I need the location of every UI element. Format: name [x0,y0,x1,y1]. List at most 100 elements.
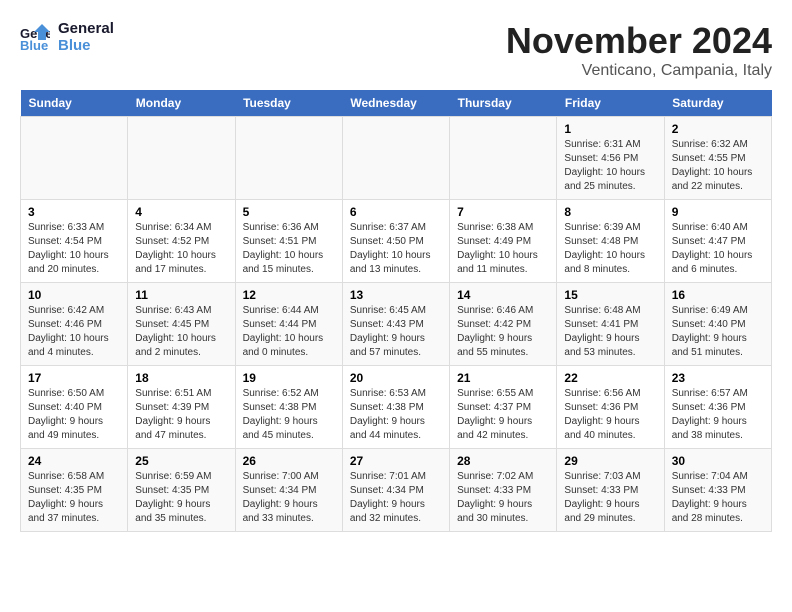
calendar-cell: 25Sunrise: 6:59 AM Sunset: 4:35 PM Dayli… [128,449,235,532]
calendar-cell: 27 Sunrise: 7:01 AM Sunset: 4:34 PM Dayli… [342,449,449,532]
calendar-cell: 2 Sunrise: 6:32 AM Sunset: 4:55 PM Daylig… [664,117,771,200]
title-area: November 2024 Venticano, Campania, Italy [506,20,772,80]
day-number: 18 [135,371,227,385]
calendar-cell [235,117,342,200]
col-tuesday: Tuesday [235,90,342,117]
day-info: Sunrise: 6:39 AM Sunset: 4:48 PM Dayligh… [564,221,656,277]
day-number: 3 [28,205,120,219]
calendar-cell [128,117,235,200]
day-info: Sunrise: 6:52 AM Sunset: 4:38 PM Dayligh… [243,387,335,443]
calendar-cell: 16 Sunrise: 6:49 AM Sunset: 4:40 PM Dayli… [664,283,771,366]
day-info: Sunrise: 6:37 AM Sunset: 4:50 PM Dayligh… [350,221,442,277]
day-number: 9 [672,205,764,219]
calendar-header: Sunday Monday Tuesday Wednesday Thursday… [21,90,772,117]
day-number: 24 [28,454,120,468]
calendar-cell: 17 Sunrise: 6:50 AM Sunset: 4:40 PM Dayli… [21,366,128,449]
day-number: 28 [457,454,549,468]
day-info: Sunrise: 6:59 AM Sunset: 4:35 PM Dayligh… [135,470,227,526]
calendar-body: 1Sunrise: 6:31 AM Sunset: 4:56 PM Daylig… [21,117,772,532]
svg-text:Blue: Blue [20,38,48,52]
calendar-cell: 13 Sunrise: 6:45 AM Sunset: 4:43 PM Dayli… [342,283,449,366]
day-info: Sunrise: 6:58 AM Sunset: 4:35 PM Dayligh… [28,470,120,526]
calendar-cell: 7 Sunrise: 6:38 AM Sunset: 4:49 PM Daylig… [450,200,557,283]
day-info: Sunrise: 6:48 AM Sunset: 4:41 PM Dayligh… [564,304,656,360]
day-info: Sunrise: 6:42 AM Sunset: 4:46 PM Dayligh… [28,304,120,360]
day-info: Sunrise: 6:46 AM Sunset: 4:42 PM Dayligh… [457,304,549,360]
col-monday: Monday [128,90,235,117]
logo: General Blue General Blue [20,20,114,54]
day-info: Sunrise: 6:49 AM Sunset: 4:40 PM Dayligh… [672,304,764,360]
calendar-cell [450,117,557,200]
day-number: 13 [350,288,442,302]
calendar-week-0: 1Sunrise: 6:31 AM Sunset: 4:56 PM Daylig… [21,117,772,200]
day-info: Sunrise: 6:43 AM Sunset: 4:45 PM Dayligh… [135,304,227,360]
col-friday: Friday [557,90,664,117]
day-info: Sunrise: 6:55 AM Sunset: 4:37 PM Dayligh… [457,387,549,443]
calendar-cell: 1Sunrise: 6:31 AM Sunset: 4:56 PM Daylig… [557,117,664,200]
day-info: Sunrise: 7:03 AM Sunset: 4:33 PM Dayligh… [564,470,656,526]
day-info: Sunrise: 7:01 AM Sunset: 4:34 PM Dayligh… [350,470,442,526]
calendar-cell: 19 Sunrise: 6:52 AM Sunset: 4:38 PM Dayli… [235,366,342,449]
day-number: 8 [564,205,656,219]
calendar-week-2: 10 Sunrise: 6:42 AM Sunset: 4:46 PM Dayli… [21,283,772,366]
day-number: 30 [672,454,764,468]
calendar-cell: 3 Sunrise: 6:33 AM Sunset: 4:54 PM Daylig… [21,200,128,283]
day-number: 14 [457,288,549,302]
day-number: 26 [243,454,335,468]
day-number: 21 [457,371,549,385]
calendar-week-4: 24 Sunrise: 6:58 AM Sunset: 4:35 PM Dayli… [21,449,772,532]
calendar-table: Sunday Monday Tuesday Wednesday Thursday… [20,90,772,532]
calendar-cell: 29 Sunrise: 7:03 AM Sunset: 4:33 PM Dayli… [557,449,664,532]
day-info: Sunrise: 6:57 AM Sunset: 4:36 PM Dayligh… [672,387,764,443]
day-info: Sunrise: 7:00 AM Sunset: 4:34 PM Dayligh… [243,470,335,526]
day-number: 7 [457,205,549,219]
day-number: 27 [350,454,442,468]
col-saturday: Saturday [664,90,771,117]
logo-general: General [58,20,114,37]
day-number: 22 [564,371,656,385]
calendar-cell: 8 Sunrise: 6:39 AM Sunset: 4:48 PM Daylig… [557,200,664,283]
calendar-cell: 18Sunrise: 6:51 AM Sunset: 4:39 PM Dayli… [128,366,235,449]
calendar-cell: 9 Sunrise: 6:40 AM Sunset: 4:47 PM Daylig… [664,200,771,283]
day-info: Sunrise: 6:36 AM Sunset: 4:51 PM Dayligh… [243,221,335,277]
calendar-cell: 14 Sunrise: 6:46 AM Sunset: 4:42 PM Dayli… [450,283,557,366]
calendar-cell: 12Sunrise: 6:44 AM Sunset: 4:44 PM Dayli… [235,283,342,366]
day-info: Sunrise: 6:40 AM Sunset: 4:47 PM Dayligh… [672,221,764,277]
day-number: 16 [672,288,764,302]
day-number: 2 [672,122,764,136]
day-number: 10 [28,288,120,302]
day-info: Sunrise: 6:53 AM Sunset: 4:38 PM Dayligh… [350,387,442,443]
day-number: 6 [350,205,442,219]
calendar-cell: 24 Sunrise: 6:58 AM Sunset: 4:35 PM Dayli… [21,449,128,532]
day-number: 4 [135,205,227,219]
logo-blue: Blue [58,37,114,54]
col-thursday: Thursday [450,90,557,117]
col-sunday: Sunday [21,90,128,117]
calendar-cell [342,117,449,200]
calendar-week-1: 3 Sunrise: 6:33 AM Sunset: 4:54 PM Daylig… [21,200,772,283]
day-info: Sunrise: 6:50 AM Sunset: 4:40 PM Dayligh… [28,387,120,443]
calendar-week-3: 17 Sunrise: 6:50 AM Sunset: 4:40 PM Dayli… [21,366,772,449]
month-title: November 2024 [506,20,772,62]
day-info: Sunrise: 6:38 AM Sunset: 4:49 PM Dayligh… [457,221,549,277]
col-wednesday: Wednesday [342,90,449,117]
day-number: 19 [243,371,335,385]
day-info: Sunrise: 6:32 AM Sunset: 4:55 PM Dayligh… [672,138,764,194]
calendar-cell: 30Sunrise: 7:04 AM Sunset: 4:33 PM Dayli… [664,449,771,532]
day-number: 29 [564,454,656,468]
day-number: 17 [28,371,120,385]
calendar-cell: 21 Sunrise: 6:55 AM Sunset: 4:37 PM Dayli… [450,366,557,449]
calendar-cell: 15 Sunrise: 6:48 AM Sunset: 4:41 PM Dayli… [557,283,664,366]
calendar-cell: 26 Sunrise: 7:00 AM Sunset: 4:34 PM Dayli… [235,449,342,532]
calendar-cell: 4 Sunrise: 6:34 AM Sunset: 4:52 PM Daylig… [128,200,235,283]
day-info: Sunrise: 6:45 AM Sunset: 4:43 PM Dayligh… [350,304,442,360]
day-number: 20 [350,371,442,385]
location: Venticano, Campania, Italy [506,62,772,80]
day-number: 15 [564,288,656,302]
calendar-cell: 20 Sunrise: 6:53 AM Sunset: 4:38 PM Dayli… [342,366,449,449]
calendar-cell: 23Sunrise: 6:57 AM Sunset: 4:36 PM Dayli… [664,366,771,449]
calendar-cell: 22Sunrise: 6:56 AM Sunset: 4:36 PM Dayli… [557,366,664,449]
day-info: Sunrise: 6:34 AM Sunset: 4:52 PM Dayligh… [135,221,227,277]
day-info: Sunrise: 6:44 AM Sunset: 4:44 PM Dayligh… [243,304,335,360]
day-info: Sunrise: 6:33 AM Sunset: 4:54 PM Dayligh… [28,221,120,277]
